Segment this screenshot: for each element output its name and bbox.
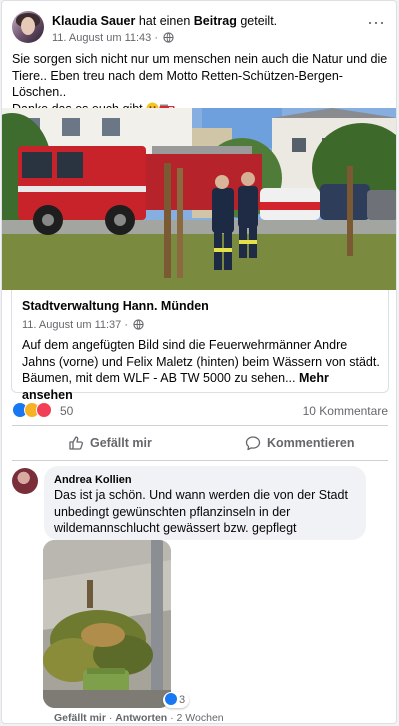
author-avatar[interactable] xyxy=(12,11,44,43)
fire-truck-photo-icon xyxy=(2,108,396,290)
comment-label: Kommentieren xyxy=(267,436,355,450)
comment-like-link[interactable]: Gefällt mir xyxy=(54,712,106,723)
shared-text: Auf dem angefügten Bild sind die Feuerwe… xyxy=(22,337,382,403)
dot-separator: · xyxy=(167,712,177,724)
divider xyxy=(12,425,388,426)
author-name[interactable]: Klaudia Sauer xyxy=(52,14,135,28)
shared-page-name[interactable]: Stadtverwaltung Hann. Münden xyxy=(22,299,209,313)
divider xyxy=(12,460,388,461)
like-label: Gefällt mir xyxy=(90,436,152,450)
comment-text: Das ist ja schön. Und wann werden die vo… xyxy=(54,488,348,535)
post-text-line: Tiere.. Eben treu nach dem Motto Retten-… xyxy=(12,68,343,100)
reaction-count[interactable]: 50 xyxy=(60,404,73,418)
shared-object-link[interactable]: Beitrag xyxy=(194,14,237,28)
love-reaction-icon xyxy=(36,402,52,418)
post-text-line: Sie sorgen sich nicht nur um menschen ne… xyxy=(12,52,388,66)
shared-timestamp[interactable]: 11. August um 11:37 xyxy=(22,319,121,331)
comment-bubble: Andrea Kollien Das ist ja schön. Und wan… xyxy=(44,466,366,540)
comments-count[interactable]: 10 Kommentare xyxy=(303,404,388,418)
globe-icon xyxy=(133,319,144,330)
globe-icon xyxy=(163,32,174,43)
post-actions: Gefällt mir Kommentieren xyxy=(12,427,388,459)
post-photo[interactable] xyxy=(2,108,396,290)
commenter-avatar[interactable] xyxy=(12,468,38,494)
author-line: Klaudia Sauer hat einen Beitrag geteilt. xyxy=(52,14,277,28)
comment-like-count: 3 xyxy=(179,694,186,706)
shared-post-card[interactable]: Stadtverwaltung Hann. Münden 11. August … xyxy=(11,290,389,402)
reaction-icons[interactable] xyxy=(12,402,58,418)
post-meta: 11. August um 11:43 · xyxy=(52,32,174,44)
more-options-icon[interactable]: ··· xyxy=(364,13,388,35)
like-button[interactable]: Gefällt mir xyxy=(68,427,152,459)
meta-separator: · xyxy=(151,32,162,44)
shared-suffix: geteilt. xyxy=(236,14,278,28)
post-card: Klaudia Sauer hat einen Beitrag geteilt.… xyxy=(1,0,397,724)
comment-icon xyxy=(245,436,261,451)
comment-photo[interactable] xyxy=(43,540,171,708)
shared-meta: 11. August um 11:37 · xyxy=(22,319,144,331)
like-badge-icon xyxy=(165,693,177,705)
dot-separator: · xyxy=(105,712,116,724)
comment-like-badge[interactable]: 3 xyxy=(163,692,190,708)
post-header: Klaudia Sauer hat einen Beitrag geteilt.… xyxy=(12,11,388,47)
comment-button[interactable]: Kommentieren xyxy=(245,427,355,459)
shared-text: hat einen xyxy=(135,14,194,28)
meta-separator: · xyxy=(121,319,132,331)
post-timestamp[interactable]: 11. August um 11:43 xyxy=(52,32,151,44)
comment-age[interactable]: 2 Wochen xyxy=(177,712,224,723)
plant-bed-photo-icon xyxy=(43,540,171,708)
thumbs-up-icon xyxy=(69,436,84,450)
comment-actions: Gefällt mir · Antworten · 2 Wochen xyxy=(54,712,224,724)
reactions-bar: 50 10 Kommentare xyxy=(12,401,388,419)
comment-reply-link[interactable]: Antworten xyxy=(115,712,167,723)
comment-author[interactable]: Andrea Kollien xyxy=(54,474,132,486)
